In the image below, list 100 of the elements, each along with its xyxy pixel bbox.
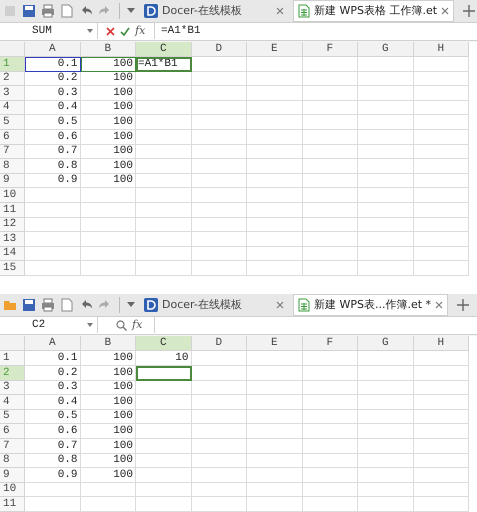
table-cell[interactable]: 100 <box>80 366 136 381</box>
table-cell[interactable] <box>192 57 247 72</box>
table-cell[interactable] <box>358 482 414 498</box>
table-cell[interactable]: 0.8 <box>25 159 80 174</box>
table-cell[interactable] <box>358 218 414 232</box>
table-cell[interactable] <box>247 218 302 232</box>
table-cell[interactable] <box>302 351 358 366</box>
table-cell[interactable] <box>192 366 247 381</box>
table-cell[interactable] <box>414 218 469 232</box>
table-cell[interactable] <box>302 482 358 498</box>
table-cell[interactable] <box>247 115 302 130</box>
table-cell[interactable] <box>80 188 136 204</box>
table-cell[interactable] <box>414 246 469 262</box>
table-cell[interactable] <box>414 72 469 86</box>
table-cell[interactable] <box>302 246 358 262</box>
table-cell[interactable] <box>247 468 302 483</box>
table-cell[interactable] <box>414 57 469 72</box>
print-icon[interactable] <box>41 4 55 18</box>
docer-logo-icon[interactable] <box>144 298 158 312</box>
table-cell[interactable] <box>136 439 192 454</box>
table-cell[interactable]: 0.1 <box>25 351 80 366</box>
table-cell[interactable] <box>414 232 469 247</box>
table-cell[interactable] <box>80 261 136 276</box>
table-cell[interactable] <box>192 261 247 276</box>
row-header[interactable]: 11 <box>0 497 25 512</box>
table-cell[interactable] <box>358 100 414 116</box>
row-header[interactable]: 6 <box>0 130 25 145</box>
table-cell[interactable] <box>414 100 469 116</box>
table-cell[interactable] <box>136 86 192 101</box>
table-cell[interactable] <box>414 130 469 145</box>
table-cell[interactable] <box>247 482 302 498</box>
table-cell[interactable]: 100 <box>80 468 136 483</box>
table-cell[interactable]: 0.4 <box>25 395 80 410</box>
table-cell[interactable] <box>358 366 414 381</box>
table-cell[interactable] <box>358 351 414 366</box>
table-cell[interactable]: =A1*B1 <box>136 57 192 72</box>
print-icon[interactable] <box>41 298 55 312</box>
table-cell[interactable] <box>192 72 247 86</box>
column-header[interactable]: H <box>414 336 469 352</box>
table-cell[interactable] <box>414 115 469 130</box>
table-cell[interactable]: 100 <box>80 72 136 86</box>
table-cell[interactable] <box>414 395 469 410</box>
column-header[interactable]: D <box>192 336 247 352</box>
table-cell[interactable] <box>136 174 192 188</box>
row-header[interactable]: 8 <box>0 159 25 174</box>
table-cell[interactable] <box>192 424 247 440</box>
table-cell[interactable] <box>192 188 247 204</box>
close-icon[interactable] <box>441 7 450 15</box>
name-box[interactable]: SUM <box>0 23 98 40</box>
table-cell[interactable]: 100 <box>80 410 136 424</box>
table-cell[interactable] <box>358 424 414 440</box>
table-cell[interactable] <box>247 86 302 101</box>
table-cell[interactable] <box>136 246 192 262</box>
row-header[interactable]: 11 <box>0 203 25 218</box>
table-cell[interactable] <box>80 218 136 232</box>
table-cell[interactable] <box>358 439 414 454</box>
table-cell[interactable]: 100 <box>80 100 136 116</box>
table-cell[interactable] <box>192 203 247 218</box>
table-cell[interactable] <box>358 468 414 483</box>
table-cell[interactable] <box>136 130 192 145</box>
column-header[interactable]: E <box>247 336 302 352</box>
table-cell[interactable] <box>358 130 414 145</box>
table-cell[interactable] <box>414 380 469 396</box>
table-cell[interactable]: 0.5 <box>25 410 80 424</box>
row-header[interactable]: 8 <box>0 454 25 468</box>
table-cell[interactable] <box>247 130 302 145</box>
folder-icon[interactable] <box>3 298 17 312</box>
row-header[interactable]: 6 <box>0 424 25 440</box>
table-cell[interactable] <box>414 366 469 381</box>
table-cell[interactable] <box>25 232 80 247</box>
table-cell[interactable]: 0.4 <box>25 100 80 116</box>
table-cell[interactable] <box>414 261 469 276</box>
table-cell[interactable] <box>136 218 192 232</box>
table-cell[interactable] <box>358 144 414 160</box>
column-header[interactable]: G <box>358 336 414 352</box>
table-cell[interactable] <box>358 174 414 188</box>
table-cell[interactable]: 100 <box>80 174 136 188</box>
cancel-icon[interactable] <box>106 26 115 36</box>
table-cell[interactable]: 0.7 <box>25 144 80 160</box>
table-cell[interactable] <box>247 232 302 247</box>
table-cell[interactable] <box>192 232 247 247</box>
table-cell[interactable] <box>136 468 192 483</box>
table-cell[interactable]: 100 <box>80 351 136 366</box>
column-header[interactable]: F <box>302 336 358 352</box>
row-header[interactable]: 14 <box>0 246 25 262</box>
table-cell[interactable] <box>80 232 136 247</box>
table-cell[interactable] <box>358 410 414 424</box>
table-cell[interactable] <box>247 188 302 204</box>
table-cell[interactable] <box>136 203 192 218</box>
row-header[interactable]: 4 <box>0 100 25 116</box>
table-cell[interactable] <box>358 497 414 512</box>
table-cell[interactable] <box>414 351 469 366</box>
table-cell[interactable]: 0.7 <box>25 439 80 454</box>
table-cell[interactable] <box>414 410 469 424</box>
table-cell[interactable] <box>192 410 247 424</box>
table-cell[interactable] <box>136 454 192 468</box>
table-cell[interactable] <box>25 188 80 204</box>
row-header[interactable]: 12 <box>0 218 25 232</box>
table-cell[interactable] <box>414 203 469 218</box>
row-header[interactable]: 7 <box>0 144 25 160</box>
